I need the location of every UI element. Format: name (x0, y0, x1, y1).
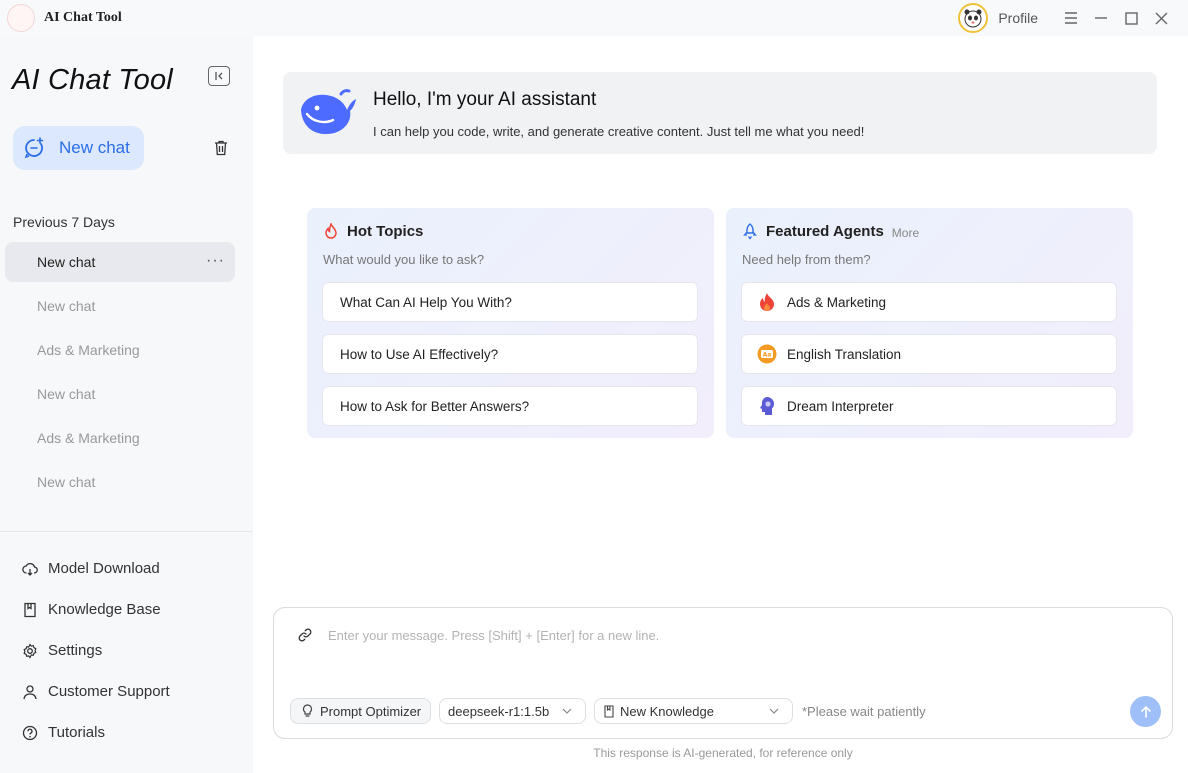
nav-knowledge-base[interactable]: Knowledge Base (20, 589, 240, 630)
nav-label: Model Download (48, 560, 160, 577)
agent-label: Dream Interpreter (787, 398, 894, 414)
help-circle-icon (22, 725, 38, 740)
hot-topic-label: How to Use AI Effectively? (340, 346, 499, 362)
nav-settings[interactable]: Settings (20, 630, 240, 671)
new-chat-button[interactable]: New chat (13, 126, 144, 170)
translate-icon: Aa (757, 344, 777, 364)
gear-icon (23, 642, 37, 659)
featured-agents-subtitle: Need help from them? (742, 252, 871, 267)
cloud-download-icon (22, 562, 38, 576)
model-select[interactable]: deepseek-r1:1.5b (439, 698, 586, 724)
new-chat-icon (24, 137, 44, 159)
user-icon (23, 684, 37, 699)
bottom-nav: Model Download Knowledge Base Settings C… (20, 548, 240, 753)
whale-logo-icon (301, 89, 356, 135)
book-icon (24, 602, 36, 617)
sidebar: AI Chat Tool New chat Previous 7 Days Ne… (0, 36, 253, 773)
history-item-label: New chat (37, 298, 96, 314)
prompt-optimizer-button[interactable]: Prompt Optimizer (290, 698, 431, 724)
nav-label: Knowledge Base (48, 601, 161, 618)
book-icon (604, 704, 614, 718)
featured-agents-header: Featured Agents More (742, 223, 919, 240)
sidebar-divider (0, 531, 253, 532)
history-item[interactable]: Ads & Marketing (5, 418, 235, 458)
title-bar: AI Chat Tool Profile (0, 0, 1188, 36)
svg-text:Aa: Aa (763, 352, 772, 359)
more-options-icon[interactable]: ··· (206, 252, 225, 270)
maximize-icon[interactable] (1116, 0, 1146, 36)
featured-agents-card: Featured Agents More Need help from them… (726, 208, 1133, 438)
hot-topics-subtitle: What would you like to ask? (323, 252, 485, 267)
main-area: Hello, I'm your AI assistant I can help … (253, 36, 1188, 773)
chevron-down-icon (769, 708, 779, 714)
titlebar-controls: Profile (958, 0, 1176, 36)
head-icon (757, 396, 777, 416)
history-section-label: Previous 7 Days (13, 214, 115, 230)
lightbulb-icon (302, 704, 313, 717)
history-item-label: New chat (37, 474, 96, 490)
wait-note: *Please wait patiently (802, 704, 926, 719)
new-chat-label: New chat (59, 138, 130, 157)
hot-topic-item[interactable]: How to Ask for Better Answers? (322, 386, 698, 426)
chevron-down-icon (562, 708, 572, 714)
arrow-up-icon (1140, 705, 1151, 718)
nav-model-download[interactable]: Model Download (20, 548, 240, 589)
welcome-banner: Hello, I'm your AI assistant I can help … (283, 72, 1157, 154)
model-select-value: deepseek-r1:1.5b (448, 703, 550, 719)
history-item[interactable]: New chat (5, 374, 235, 414)
history-item-label: New chat (37, 254, 96, 270)
menu-icon[interactable] (1056, 0, 1086, 36)
sidebar-brand: AI Chat Tool (12, 64, 173, 96)
history-item-label: Ads & Marketing (37, 342, 140, 358)
message-input[interactable] (328, 622, 1148, 648)
flame-icon (757, 292, 777, 312)
flame-outline-icon (325, 223, 337, 239)
nav-tutorials[interactable]: Tutorials (20, 712, 240, 753)
nav-label: Tutorials (48, 724, 105, 741)
welcome-description: I can help you code, write, and generate… (373, 124, 865, 139)
history-item[interactable]: Ads & Marketing (5, 330, 235, 370)
knowledge-select-value: New Knowledge (620, 703, 714, 719)
link-icon[interactable] (298, 628, 312, 642)
hot-topic-item[interactable]: How to Use AI Effectively? (322, 334, 698, 374)
featured-agents-more-link[interactable]: More (892, 226, 919, 240)
trash-icon[interactable] (212, 139, 230, 157)
history-item-label: Ads & Marketing (37, 430, 140, 446)
nav-label: Settings (48, 642, 103, 659)
knowledge-select[interactable]: New Knowledge (594, 698, 793, 724)
nav-label: Customer Support (48, 683, 170, 700)
hot-topic-item[interactable]: What Can AI Help You With? (322, 282, 698, 322)
history-item-label: New chat (37, 386, 96, 402)
agent-label: Ads & Marketing (787, 294, 887, 310)
history-item[interactable]: New chat (5, 286, 235, 326)
rocket-icon (743, 223, 757, 240)
agent-item[interactable]: Dream Interpreter (741, 386, 1117, 426)
prompt-optimizer-label: Prompt Optimizer (320, 703, 422, 719)
agent-item[interactable]: Aa English Translation (741, 334, 1117, 374)
featured-agents-title: Featured Agents (766, 223, 884, 240)
hot-topics-card: Hot Topics What would you like to ask? W… (307, 208, 714, 438)
send-button[interactable] (1130, 696, 1161, 727)
nav-customer-support[interactable]: Customer Support (20, 671, 240, 712)
app-logo (7, 4, 35, 32)
message-composer: Prompt Optimizer deepseek-r1:1.5b New Kn… (273, 607, 1173, 739)
ai-disclaimer: This response is AI-generated, for refer… (593, 746, 853, 760)
history-item[interactable]: New chat (5, 462, 235, 502)
chat-history-list: New chat ··· New chat Ads & Marketing Ne… (5, 242, 235, 506)
close-icon[interactable] (1146, 0, 1176, 36)
hot-topics-header: Hot Topics (323, 223, 423, 240)
agent-item[interactable]: Ads & Marketing (741, 282, 1117, 322)
hot-topics-title: Hot Topics (347, 223, 424, 240)
app-name: AI Chat Tool (44, 10, 122, 25)
hot-topic-label: What Can AI Help You With? (340, 294, 512, 310)
hot-topic-label: How to Ask for Better Answers? (340, 398, 530, 414)
profile-button[interactable]: Profile (998, 10, 1038, 26)
panda-avatar-icon[interactable] (958, 3, 989, 33)
agent-label: English Translation (787, 346, 902, 362)
history-item[interactable]: New chat ··· (5, 242, 235, 282)
welcome-title: Hello, I'm your AI assistant (373, 89, 597, 110)
collapse-sidebar-icon[interactable] (208, 66, 230, 86)
minimize-icon[interactable] (1086, 0, 1116, 36)
